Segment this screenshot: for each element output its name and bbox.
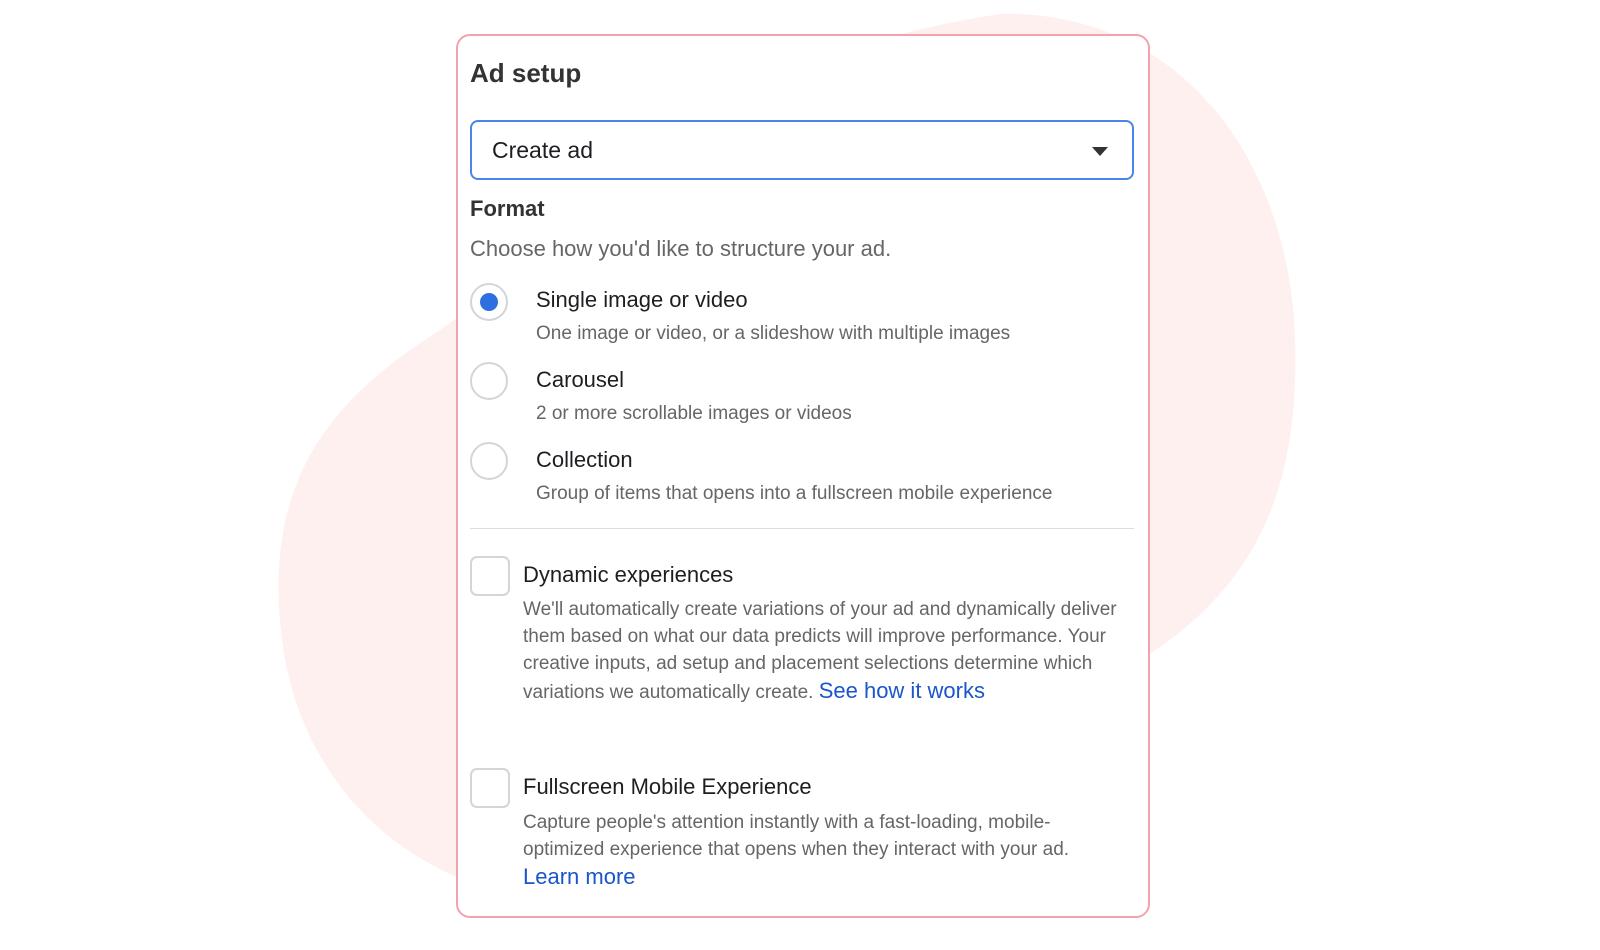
option-label-single-image-or-video[interactable]: Single image or video: [536, 287, 748, 313]
dynamic-experiences-description: We'll automatically create variations of…: [523, 596, 1123, 706]
dynamic-experiences-label[interactable]: Dynamic experiences: [523, 562, 733, 588]
radio-single-image-or-video[interactable]: [470, 283, 508, 321]
learn-more-link[interactable]: Learn more: [523, 864, 636, 889]
select-value: Create ad: [492, 137, 594, 163]
checkbox-dynamic-experiences[interactable]: [470, 556, 510, 596]
option-label-collection[interactable]: Collection: [536, 447, 633, 473]
panel-title: Ad setup: [470, 58, 582, 88]
fullscreen-mobile-experience-description: Capture people's attention instantly wit…: [523, 809, 1123, 892]
radio-carousel[interactable]: [470, 362, 508, 400]
radio-collection[interactable]: [470, 442, 508, 480]
ad-setup-panel: Ad setup Create ad Format Choose how you…: [456, 34, 1150, 918]
option-description-carousel: 2 or more scrollable images or videos: [536, 403, 852, 424]
fullscreen-mobile-experience-text: Capture people's attention instantly wit…: [523, 812, 1070, 860]
checkbox-fullscreen-mobile-experience[interactable]: [470, 768, 510, 808]
divider: [470, 528, 1134, 529]
fullscreen-mobile-experience-label[interactable]: Fullscreen Mobile Experience: [523, 774, 812, 800]
format-description: Choose how you'd like to structure your …: [470, 236, 892, 261]
format-title: Format: [470, 196, 545, 221]
see-how-it-works-link[interactable]: See how it works: [819, 678, 985, 703]
ad-action-select[interactable]: Create ad: [470, 120, 1134, 180]
caret-down-icon: [1092, 147, 1108, 156]
option-description-collection: Group of items that opens into a fullscr…: [536, 483, 1053, 504]
option-label-carousel[interactable]: Carousel: [536, 367, 624, 393]
option-description-single-image-or-video: One image or video, or a slideshow with …: [536, 323, 1011, 344]
page: Ad setup Create ad Format Choose how you…: [0, 0, 1600, 950]
